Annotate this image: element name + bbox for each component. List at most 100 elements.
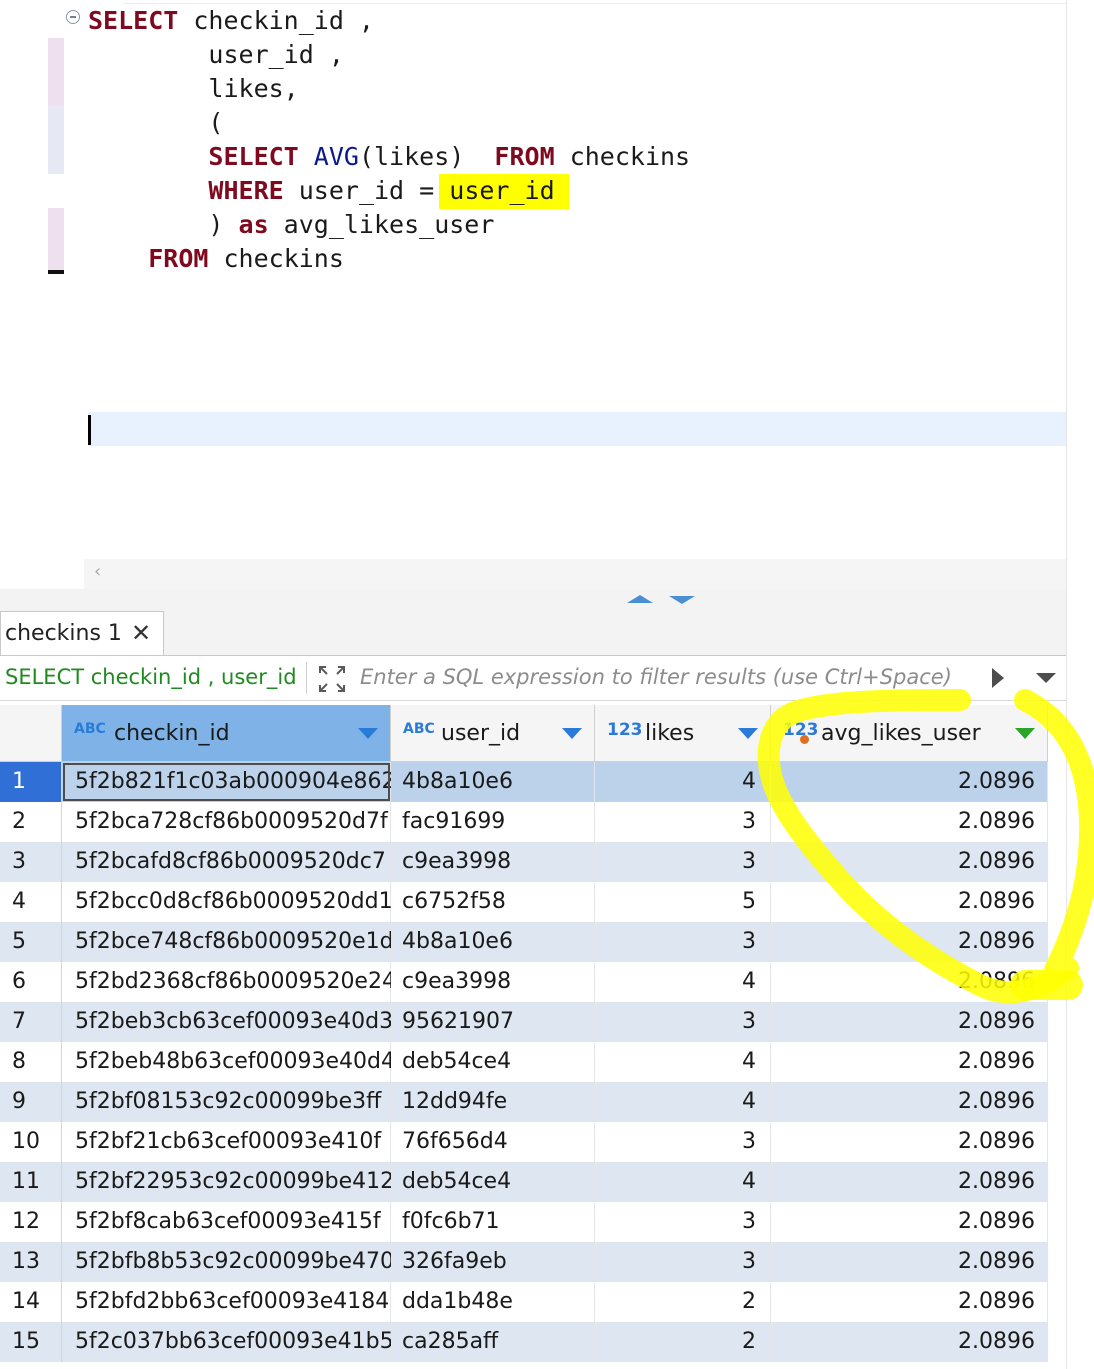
cell-user-id[interactable]: c9ea3998 — [391, 842, 595, 882]
cell-likes[interactable]: 3 — [595, 1202, 771, 1242]
cell-avg-likes-user[interactable]: 2.0896 — [771, 1042, 1048, 1082]
column-header-checkin-id[interactable]: ABC checkin_id — [62, 705, 391, 762]
cell-avg-likes-user[interactable]: 2.0896 — [771, 882, 1048, 922]
sort-icon[interactable] — [738, 728, 758, 739]
column-header-avg-likes-user[interactable]: 123 avg_likes_user — [771, 705, 1048, 762]
cell-user-id[interactable]: dda1b48e — [391, 1282, 595, 1322]
row-number[interactable]: 5 — [0, 922, 62, 962]
table-row[interactable]: 15 5f2c037bb63cef00093e41b5 ca285aff 2 2.089… — [0, 1322, 1048, 1362]
code-line[interactable]: likes, — [88, 72, 690, 106]
table-row[interactable]: 3 5f2bcafd8cf86b0009520dc7 c9ea3998 3 2.0896 — [0, 842, 1048, 882]
code-line[interactable]: SELECT checkin_id , — [88, 4, 690, 38]
code-line[interactable]: FROM checkins — [88, 242, 690, 276]
table-row[interactable]: 9 5f2bf08153c92c00099be3ff 12dd94fe 4 2.0896 — [0, 1082, 1048, 1122]
cell-checkin-id[interactable]: 5f2bcafd8cf86b0009520dc7 — [62, 842, 391, 882]
cell-likes[interactable]: 4 — [595, 1162, 771, 1202]
cell-checkin-id[interactable]: 5f2bf22953c92c00099be412 — [62, 1162, 394, 1202]
code-line[interactable]: ( — [88, 106, 690, 140]
cell-likes[interactable]: 2 — [595, 1322, 771, 1362]
table-row[interactable]: 2 5f2bca728cf86b0009520d7f fac91699 3 2.0896 — [0, 802, 1048, 842]
row-number[interactable]: 8 — [0, 1042, 62, 1082]
expand-icon[interactable] — [317, 664, 347, 694]
cell-avg-likes-user[interactable]: 2.0896 — [771, 1242, 1048, 1282]
cell-likes[interactable]: 4 — [595, 962, 771, 1002]
cell-user-id[interactable]: 95621907 — [391, 1002, 595, 1042]
table-row[interactable]: 6 5f2bd2368cf86b0009520e24 c9ea3998 4 2.0896 — [0, 962, 1048, 1002]
cell-likes[interactable]: 4 — [595, 762, 771, 802]
row-number[interactable]: 13 — [0, 1242, 62, 1282]
cell-checkin-id[interactable]: 5f2c037bb63cef00093e41b5 — [62, 1322, 394, 1362]
maximize-results-icon[interactable] — [669, 596, 695, 604]
cell-checkin-id[interactable]: 5f2bd2368cf86b0009520e24 — [62, 962, 396, 1002]
row-number[interactable]: 2 — [0, 802, 62, 842]
cell-avg-likes-user[interactable]: 2.0896 — [771, 1202, 1048, 1242]
sql-editor[interactable]: SELECT checkin_id , user_id , likes, ( S… — [24, 0, 1067, 557]
cell-user-id[interactable]: 326fa9eb — [391, 1242, 595, 1282]
column-header-likes[interactable]: 123 likes — [595, 705, 771, 762]
sort-icon[interactable] — [562, 728, 582, 739]
cell-likes[interactable]: 4 — [595, 1042, 771, 1082]
cell-checkin-id[interactable]: 5f2bf21cb63cef00093e410f — [62, 1122, 391, 1162]
cell-checkin-id[interactable]: 5f2bf08153c92c00099be3ff — [62, 1082, 391, 1122]
cell-checkin-id[interactable]: 5f2beb3cb63cef00093e40d3 — [62, 1002, 393, 1042]
sort-icon[interactable] — [358, 728, 378, 739]
cell-avg-likes-user[interactable]: 2.0896 — [771, 802, 1048, 842]
maximize-editor-icon[interactable] — [627, 595, 653, 603]
cell-avg-likes-user[interactable]: 2.0896 — [771, 762, 1048, 802]
cell-user-id[interactable]: fac91699 — [391, 802, 595, 842]
cell-likes[interactable]: 3 — [595, 802, 771, 842]
cell-avg-likes-user[interactable]: 2.0896 — [771, 962, 1048, 1002]
code-line[interactable]: SELECT AVG(likes) FROM checkins — [88, 140, 690, 174]
editor-horizontal-scrollbar[interactable]: ‹ — [84, 559, 1067, 589]
cell-likes[interactable]: 3 — [595, 922, 771, 962]
cell-likes[interactable]: 3 — [595, 1122, 771, 1162]
row-number[interactable]: 4 — [0, 882, 62, 922]
tab-checkins-1[interactable]: checkins 1 ✕ — [0, 611, 164, 655]
apply-filter-icon[interactable] — [992, 668, 1004, 688]
cell-user-id[interactable]: c6752f58 — [391, 882, 595, 922]
cell-likes[interactable]: 4 — [595, 1082, 771, 1122]
cell-user-id[interactable]: deb54ce4 — [391, 1162, 595, 1202]
row-number[interactable]: 14 — [0, 1282, 62, 1322]
cell-likes[interactable]: 3 — [595, 1002, 771, 1042]
code-line[interactable]: WHERE user_id = user_id — [88, 174, 690, 209]
cell-avg-likes-user[interactable]: 2.0896 — [771, 922, 1048, 962]
cell-avg-likes-user[interactable]: 2.0896 — [771, 1082, 1048, 1122]
cell-likes[interactable]: 3 — [595, 842, 771, 882]
code-line[interactable]: user_id , — [88, 38, 690, 72]
cell-checkin-id[interactable]: 5f2bcc0d8cf86b0009520dd1 — [62, 882, 393, 922]
table-row[interactable]: 10 5f2bf21cb63cef00093e410f 76f656d4 3 2.089… — [0, 1122, 1048, 1162]
column-header-user-id[interactable]: ABC user_id — [391, 705, 595, 762]
row-number[interactable]: 12 — [0, 1202, 62, 1242]
code-line[interactable]: ) as avg_likes_user — [88, 208, 690, 242]
cell-checkin-id[interactable]: 5f2bfb8b53c92c00099be470 — [62, 1242, 394, 1282]
table-row[interactable]: 1 5f2b821f1c03ab000904e862 4b8a10e6 4 2.0896 — [0, 762, 1048, 802]
cell-checkin-id[interactable]: 5f2bf8cab63cef00093e415f — [62, 1202, 391, 1242]
table-row[interactable]: 13 5f2bfb8b53c92c00099be470 326fa9eb 3 2.089… — [0, 1242, 1048, 1282]
cell-avg-likes-user[interactable]: 2.0896 — [771, 1122, 1048, 1162]
cell-checkin-id[interactable]: 5f2bfd2bb63cef00093e4184 — [62, 1282, 391, 1322]
cell-user-id[interactable]: f0fc6b71 — [391, 1202, 595, 1242]
cell-checkin-id[interactable]: 5f2beb48b63cef00093e40d4 — [62, 1042, 395, 1082]
table-row[interactable]: 7 5f2beb3cb63cef00093e40d3 95621907 3 2.0896 — [0, 1002, 1048, 1042]
row-number[interactable]: 9 — [0, 1082, 62, 1122]
table-row[interactable]: 4 5f2bcc0d8cf86b0009520dd1 c6752f58 5 2.0896 — [0, 882, 1048, 922]
query-text-link[interactable]: SELECT checkin_id , user_id — [5, 665, 297, 689]
cell-user-id[interactable]: c9ea3998 — [391, 962, 595, 1002]
row-number[interactable]: 15 — [0, 1322, 62, 1362]
scroll-left-icon[interactable]: ‹ — [94, 561, 101, 582]
table-row[interactable]: 12 5f2bf8cab63cef00093e415f f0fc6b71 3 2.089… — [0, 1202, 1048, 1242]
cell-avg-likes-user[interactable]: 2.0896 — [771, 1162, 1048, 1202]
row-number[interactable]: 7 — [0, 1002, 62, 1042]
table-row[interactable]: 5 5f2bce748cf86b0009520e1d 4b8a10e6 3 2.0896 — [0, 922, 1048, 962]
row-number[interactable]: 10 — [0, 1122, 62, 1162]
cell-avg-likes-user[interactable]: 2.0896 — [771, 842, 1048, 882]
row-number[interactable]: 3 — [0, 842, 62, 882]
cell-user-id[interactable]: deb54ce4 — [391, 1042, 595, 1082]
row-number[interactable]: 11 — [0, 1162, 62, 1202]
cell-likes[interactable]: 2 — [595, 1282, 771, 1322]
cell-checkin-id[interactable]: 5f2b821f1c03ab000904e862 — [62, 762, 395, 802]
filter-input[interactable] — [360, 660, 980, 694]
row-number[interactable]: 1 — [0, 762, 62, 802]
row-number[interactable]: 6 — [0, 962, 62, 1002]
